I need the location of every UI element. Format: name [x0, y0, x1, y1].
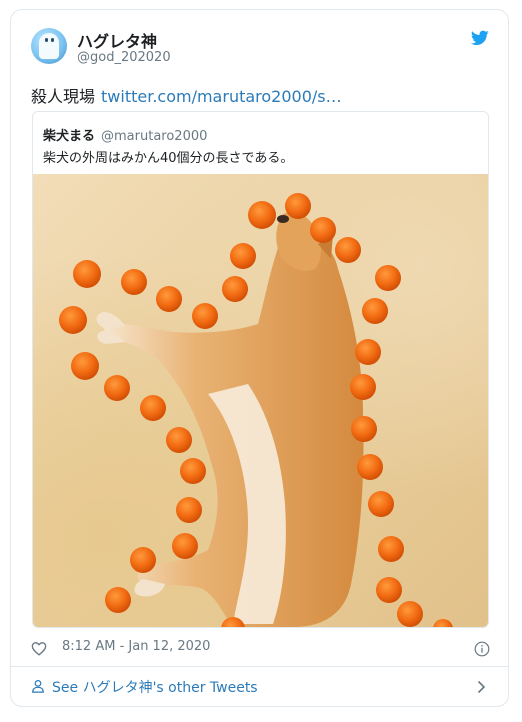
- tweet-timestamp[interactable]: 8:12 AM - Jan 12, 2020: [62, 639, 210, 654]
- chevron-right-icon: [477, 680, 486, 694]
- quoted-tweet[interactable]: 柴犬まる @marutaro2000 柴犬の外周はみかん40個分の長さである。: [32, 111, 489, 628]
- quoted-author-name: 柴犬まる: [43, 129, 96, 144]
- author-handle[interactable]: @god_202020: [77, 50, 171, 65]
- avatar-eye-left: [45, 38, 48, 42]
- heart-icon[interactable]: [31, 641, 47, 656]
- quoted-tweet-text: 柴犬の外周はみかん40個分の長さである。: [43, 151, 294, 166]
- shiba-inu-tangerine-photo: [59, 193, 453, 627]
- embedded-tweet-card[interactable]: ハグレタ神 @god_202020 殺人現場 twitter.com/maruta…: [10, 9, 509, 707]
- quoted-tweet-header: 柴犬まる @marutaro2000: [43, 125, 207, 144]
- avatar-eye-right: [51, 38, 54, 42]
- author-avatar[interactable]: [31, 28, 67, 64]
- see-other-tweets-link[interactable]: See ハグレタ神's other Tweets: [11, 667, 508, 707]
- twitter-bird-icon[interactable]: [471, 30, 489, 46]
- tweet-body: 殺人現場 twitter.com/marutaro2000/s…: [31, 83, 342, 107]
- tweet-footer: 8:12 AM - Jan 12, 2020: [31, 639, 490, 659]
- info-icon[interactable]: [474, 641, 490, 657]
- tweet-text: 殺人現場: [31, 87, 96, 106]
- author-name[interactable]: ハグレタ神: [77, 28, 157, 52]
- quoted-author-handle: @marutaro2000: [101, 129, 208, 144]
- avatar-ghost-figure: [39, 33, 59, 59]
- person-icon: [32, 679, 44, 693]
- tweet-link[interactable]: twitter.com/marutaro2000/s…: [101, 87, 342, 106]
- quoted-tweet-photo[interactable]: [33, 174, 488, 627]
- see-other-tweets-label[interactable]: See ハグレタ神's other Tweets: [52, 677, 258, 697]
